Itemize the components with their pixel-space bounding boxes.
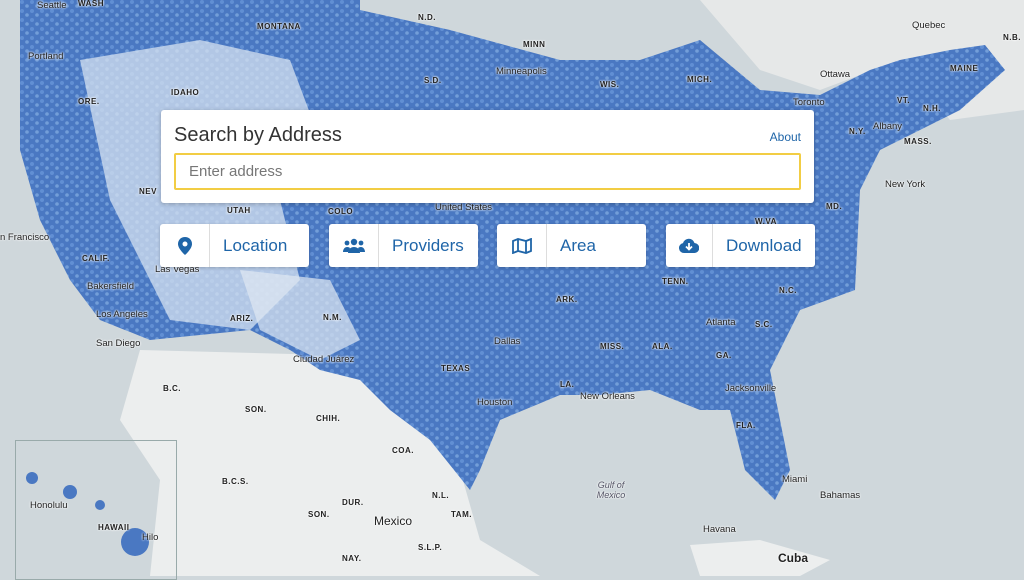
map-label: ORE.	[78, 97, 100, 106]
address-input[interactable]	[174, 153, 801, 190]
providers-button[interactable]: Providers	[329, 224, 478, 267]
map-label: S.L.P.	[418, 543, 443, 552]
download-button[interactable]: Download	[666, 224, 815, 267]
map-label: New York	[885, 179, 926, 190]
map-label: CHIH.	[316, 414, 341, 423]
map-label: IDAHO	[171, 88, 200, 97]
map-label: United States	[435, 202, 493, 213]
map-label: N.M.	[323, 313, 342, 322]
map-label: S.C.	[755, 320, 773, 329]
map-label: Gulf of Mexico	[596, 480, 626, 500]
search-panel: Search by Address About	[161, 110, 814, 203]
map-label: Albany	[873, 121, 903, 132]
map-label: San Diego	[96, 338, 141, 349]
map-label: MD.	[826, 202, 843, 211]
map-label: Atlanta	[706, 317, 736, 328]
map-label: Bahamas	[820, 490, 861, 501]
map-label: MINN	[523, 40, 546, 49]
map-label: Jacksonville	[725, 383, 777, 394]
map-label: B.C.	[163, 384, 181, 393]
map-label: TENN.	[662, 277, 689, 286]
map-label: HAWAII	[98, 523, 130, 532]
map-label: MICH.	[687, 75, 713, 84]
map-label: Hilo	[142, 532, 159, 543]
search-title: Search by Address	[174, 124, 342, 146]
map-label: MONTANA	[257, 22, 301, 31]
area-button[interactable]: Area	[497, 224, 646, 267]
map-label: MASS.	[904, 137, 932, 146]
map-label: Portland	[28, 51, 64, 62]
location-button[interactable]: Location	[160, 224, 309, 267]
map-label: Bakersfield	[87, 281, 134, 292]
map-label: Seattle	[37, 0, 67, 11]
map-label: NAY.	[342, 554, 362, 563]
map-label: TEXAS	[441, 364, 471, 373]
map-label: SON.	[245, 405, 267, 414]
map-label: Quebec	[912, 20, 946, 31]
about-link[interactable]: About	[770, 130, 801, 144]
land-cuba	[690, 540, 830, 576]
users-icon	[329, 224, 379, 267]
map-label: LA.	[560, 380, 575, 389]
map-label: CALIF.	[82, 254, 110, 263]
cloud-download-icon	[666, 224, 713, 267]
map-label: Ottawa	[820, 69, 851, 80]
map-label: B.C.S.	[222, 477, 249, 486]
download-label: Download	[726, 235, 802, 255]
location-label: Location	[223, 235, 288, 255]
map-label: DUR.	[342, 498, 364, 507]
providers-label: Providers	[392, 235, 464, 255]
map-label: Minneapolis	[496, 66, 547, 77]
map-marker-icon	[160, 224, 210, 267]
map-label: N.D.	[418, 13, 436, 22]
map-label: Honolulu	[30, 500, 68, 511]
map-label: WASH	[78, 0, 104, 8]
map-label: Cuba	[778, 551, 808, 565]
area-label: Area	[560, 235, 596, 255]
map-label: WIS.	[600, 80, 620, 89]
map-label: ARK.	[556, 295, 578, 304]
map-label: n Francisco	[0, 232, 50, 243]
map-label: VT.	[897, 96, 911, 105]
map-label: S.D.	[424, 76, 442, 85]
map-icon	[497, 224, 547, 267]
map-label: ALA.	[652, 342, 673, 351]
map-label: MISS.	[600, 342, 625, 351]
map-label: New Orleans	[580, 391, 635, 402]
map-label: GA.	[716, 351, 732, 360]
map-label: Mexico	[374, 514, 413, 528]
map-label: Houston	[477, 397, 513, 408]
map-label: Havana	[703, 524, 736, 535]
map-label: SON.	[308, 510, 330, 519]
map-label: N.Y.	[849, 127, 866, 136]
map-label: Miami	[782, 474, 808, 485]
map-label: MAINE	[950, 64, 979, 73]
map-label: Toronto	[793, 97, 825, 108]
map-label: ARIZ.	[230, 314, 254, 323]
map-label: UTAH	[227, 206, 251, 215]
map-label: NEV	[139, 187, 157, 196]
map-label: TAM.	[451, 510, 472, 519]
map-label: Los Angeles	[96, 309, 148, 320]
map-label: N.C.	[779, 286, 797, 295]
map-label: FLA.	[736, 421, 756, 430]
map-label: Dallas	[494, 336, 521, 347]
map-label: Ciudad Juárez	[293, 354, 355, 365]
map-label: COA.	[392, 446, 414, 455]
map-label: N.H.	[923, 104, 941, 113]
map-label: COLO	[328, 207, 354, 216]
map-label: N.L.	[432, 491, 450, 500]
map-label: N.B.	[1003, 33, 1021, 42]
